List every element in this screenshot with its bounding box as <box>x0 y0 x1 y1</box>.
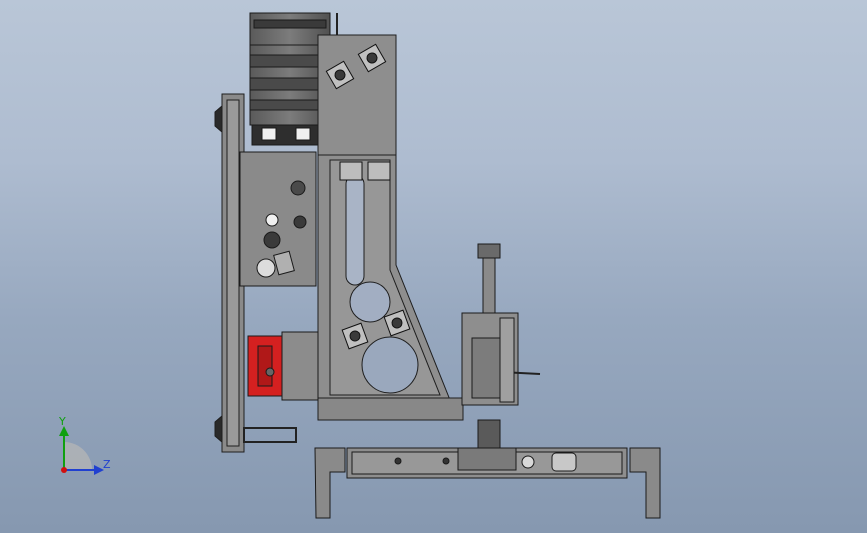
pneumatic-cylinder <box>461 243 541 406</box>
triad-origin-quadrant-icon <box>64 442 92 470</box>
carriage-block <box>239 151 317 287</box>
y-axis-label: Y <box>58 415 66 428</box>
coordinate-triad[interactable]: Y Z <box>58 415 111 475</box>
linear-guide-block <box>247 331 319 401</box>
gripper-base <box>346 419 628 479</box>
main-bracket <box>317 34 464 421</box>
z-axis-label: Z <box>103 458 111 471</box>
cad-viewport[interactable]: Y Z <box>0 0 867 533</box>
assembly-drawing: Y Z <box>58 12 661 519</box>
x-axis-dot-icon <box>61 467 67 473</box>
